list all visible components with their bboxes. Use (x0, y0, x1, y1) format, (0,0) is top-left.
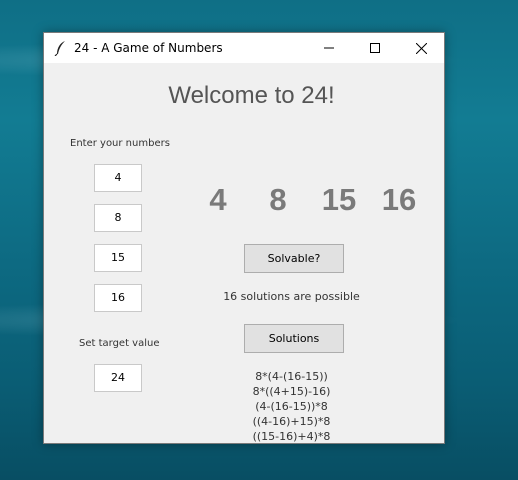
number-input-2[interactable]: 8 (94, 204, 142, 232)
solution-item: 8*(4-(16-15)) (255, 370, 328, 383)
title-bar[interactable]: 24 - A Game of Numbers (44, 33, 444, 63)
numbers-label: Enter your numbers (70, 138, 170, 149)
close-icon (415, 42, 427, 54)
minimize-button[interactable] (306, 33, 352, 63)
client-area: Welcome to 24! Enter your numbers 4 8 15… (44, 63, 444, 443)
display-number-4: 16 (381, 182, 417, 217)
number-input-4[interactable]: 16 (94, 284, 142, 312)
close-button[interactable] (398, 33, 444, 63)
display-number-3: 15 (321, 182, 357, 217)
status-text: 16 solutions are possible (223, 290, 360, 303)
number-input-3[interactable]: 15 (94, 244, 142, 272)
solution-item: 8*((4+15)-16) (252, 385, 331, 398)
solution-item: ((15-16)+4)*8 (252, 430, 331, 443)
display-number-1: 4 (209, 182, 227, 217)
solutions-list: 8*(4-(16-15)) 8*((4+15)-16) (4-(16-15))*… (234, 369, 349, 444)
solvable-button[interactable]: Solvable? (244, 244, 344, 273)
solutions-button[interactable]: Solutions (244, 324, 344, 353)
solution-item: (4-(16-15))*8 (255, 400, 328, 413)
app-window: 24 - A Game of Numbers Welcome to 24! En… (43, 32, 445, 444)
maximize-icon (370, 43, 380, 53)
minimize-icon (324, 47, 334, 49)
number-input-1[interactable]: 4 (94, 164, 142, 192)
solution-item: ((4-16)+15)*8 (252, 415, 331, 428)
maximize-button[interactable] (352, 33, 398, 63)
page-title: Welcome to 24! (168, 82, 335, 109)
display-number-2: 8 (269, 182, 287, 217)
window-title: 24 - A Game of Numbers (74, 41, 223, 55)
feather-icon (54, 41, 65, 56)
target-input[interactable]: 24 (94, 364, 142, 392)
target-label: Set target value (79, 338, 160, 349)
